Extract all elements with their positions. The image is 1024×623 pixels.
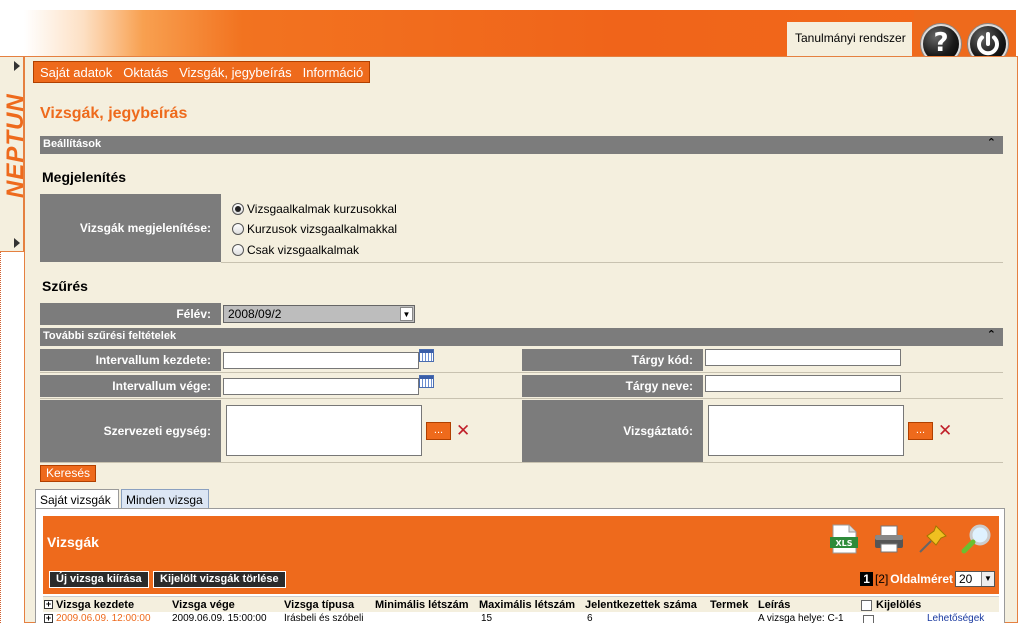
radio-label: Vizsgaalkalmak kurzusokkal (247, 202, 397, 216)
expand-arrow-icon[interactable] (14, 61, 20, 71)
radio-option[interactable]: Kurzusok vizsgaalkalmakkal (232, 222, 397, 236)
filter-heading: Szűrés (42, 278, 88, 294)
cell-end: 2009.06.09. 15:00:00 (172, 613, 267, 623)
search-icon[interactable] (960, 522, 994, 556)
subject-code-label: Tárgy kód: (522, 349, 703, 371)
page-size-select[interactable]: 20 ▼ (955, 571, 995, 587)
menu-item-exams[interactable]: Vizsgák, jegybeírás (179, 65, 292, 80)
page-title: Vizsgák, jegybeírás (40, 105, 188, 122)
cell-type: Írásbeli és szóbeli (284, 613, 364, 623)
display-heading: Megjelenítés (42, 169, 127, 185)
new-exam-button[interactable]: Új vizsga kiírása (49, 571, 149, 588)
col-rooms[interactable]: Termek (710, 599, 748, 611)
col-max[interactable]: Maximális létszám (479, 599, 575, 611)
col-select: Kijelölés (876, 599, 922, 611)
cell-description: A vizsga helye: C-1 (758, 613, 844, 623)
collapse-icon[interactable]: ⌃ (987, 328, 996, 341)
org-unit-label: Szervezeti egység: (40, 400, 221, 462)
subject-code-input[interactable] (705, 349, 901, 366)
menu-item-information[interactable]: Információ (303, 65, 364, 80)
more-filters-bar[interactable]: További szűrési feltételek ⌃ (40, 328, 1003, 346)
exams-panel: Vizsgák XLS Új vizsga kiírása Kijelölt v… (43, 516, 999, 594)
col-min[interactable]: Minimális létszám (375, 599, 469, 611)
settings-bar[interactable]: Beállítások ⌃ (40, 136, 1003, 154)
calendar-icon[interactable] (419, 349, 434, 362)
system-name: Tanulmányi rendszer (787, 22, 912, 56)
interval-start-label: Intervallum kezdete: (40, 349, 221, 371)
cell-max: 15 (481, 613, 493, 623)
col-description[interactable]: Leírás (758, 599, 790, 611)
main-menu: Saját adatok Oktatás Vizsgák, jegybeírás… (33, 61, 371, 83)
row-options-link[interactable]: Lehetőségek (927, 613, 984, 623)
table-header: + Vizsga kezdete Vizsga vége Vizsga típu… (43, 596, 999, 612)
print-icon[interactable] (872, 522, 906, 556)
collapse-icon[interactable]: ⌃ (987, 136, 996, 149)
more-filters-title: További szűrési feltételek (43, 330, 177, 342)
divider (40, 398, 1003, 399)
xls-export-icon[interactable]: XLS (827, 522, 861, 556)
settings-bar-title: Beállítások (43, 138, 102, 150)
radio-option[interactable]: Vizsgaalkalmak kurzusokkal (232, 202, 397, 216)
org-unit-browse-button[interactable]: ... (426, 422, 451, 440)
radio-label: Csak vizsgaalkalmak (247, 243, 360, 257)
exams-panel-title: Vizsgák (47, 534, 99, 550)
col-type[interactable]: Vizsga típusa (284, 599, 354, 611)
semester-label: Félév: (40, 303, 221, 325)
radio-unselected[interactable] (232, 223, 244, 235)
page-link[interactable]: [2] (875, 572, 888, 586)
radio-unselected[interactable] (232, 244, 244, 256)
interval-end-label: Intervallum vége: (40, 375, 221, 397)
table-row[interactable]: + 2009.06.09. 12:00:00 2009.06.09. 15:00… (43, 613, 999, 623)
expand-arrow-icon[interactable] (14, 238, 20, 248)
expand-row-icon[interactable]: + (44, 614, 53, 623)
semester-select[interactable]: 2008/09/2 ▼ (223, 305, 415, 323)
search-button[interactable]: Keresés (40, 465, 96, 482)
col-start[interactable]: Vizsga kezdete (56, 599, 134, 611)
pin-icon[interactable] (916, 522, 950, 556)
current-page[interactable]: 1 (860, 572, 873, 586)
examiner-clear-icon[interactable]: ✕ (938, 423, 952, 440)
examiner-textarea[interactable] (708, 405, 904, 456)
semester-value: 2008/09/2 (228, 307, 282, 321)
org-unit-clear-icon[interactable]: ✕ (456, 423, 470, 440)
menu-item-personal-data[interactable]: Saját adatok (40, 65, 112, 80)
svg-text:XLS: XLS (835, 539, 852, 548)
divider (221, 262, 1003, 263)
page-size-label: Oldalméret (890, 572, 953, 586)
examiner-browse-button[interactable]: ... (908, 422, 933, 440)
delete-selected-button[interactable]: Kijelölt vizsgák törlése (153, 571, 286, 588)
org-unit-textarea[interactable] (226, 405, 422, 456)
question-icon: ? (933, 28, 949, 58)
subject-name-label: Tárgy neve: (522, 375, 703, 397)
divider (40, 462, 1003, 463)
examiner-label: Vizsgáztató: (522, 400, 703, 462)
tab-all-exams[interactable]: Minden vizsga (121, 489, 209, 509)
calendar-icon[interactable] (419, 375, 434, 388)
subject-name-input[interactable] (705, 375, 901, 392)
interval-start-input[interactable] (223, 352, 419, 369)
cell-start[interactable]: 2009.06.09. 12:00:00 (56, 613, 151, 623)
divider (40, 372, 1003, 373)
main-content: Saját adatok Oktatás Vizsgák, jegybeírás… (24, 56, 1018, 623)
tab-own-exams[interactable]: Saját vizsgák (35, 489, 119, 509)
menu-item-education[interactable]: Oktatás (123, 65, 168, 80)
pager: 1 [2] Oldalméret 20 ▼ (860, 571, 995, 587)
radio-selected[interactable] (232, 203, 244, 215)
interval-end-input[interactable] (223, 378, 419, 395)
expand-all-icon[interactable]: + (44, 600, 53, 609)
cell-registered: 6 (587, 613, 593, 623)
display-label: Vizsgák megjelenítése: (40, 194, 221, 262)
chevron-down-icon: ▼ (400, 307, 413, 321)
col-end[interactable]: Vizsga vége (172, 599, 235, 611)
radio-label: Kurzusok vizsgaalkalmakkal (247, 222, 398, 236)
chevron-down-icon: ▼ (981, 572, 994, 586)
page-size-value: 20 (959, 572, 973, 586)
col-registered[interactable]: Jelentkezettek száma (585, 599, 697, 611)
radio-option[interactable]: Csak vizsgaalkalmak (232, 243, 359, 257)
